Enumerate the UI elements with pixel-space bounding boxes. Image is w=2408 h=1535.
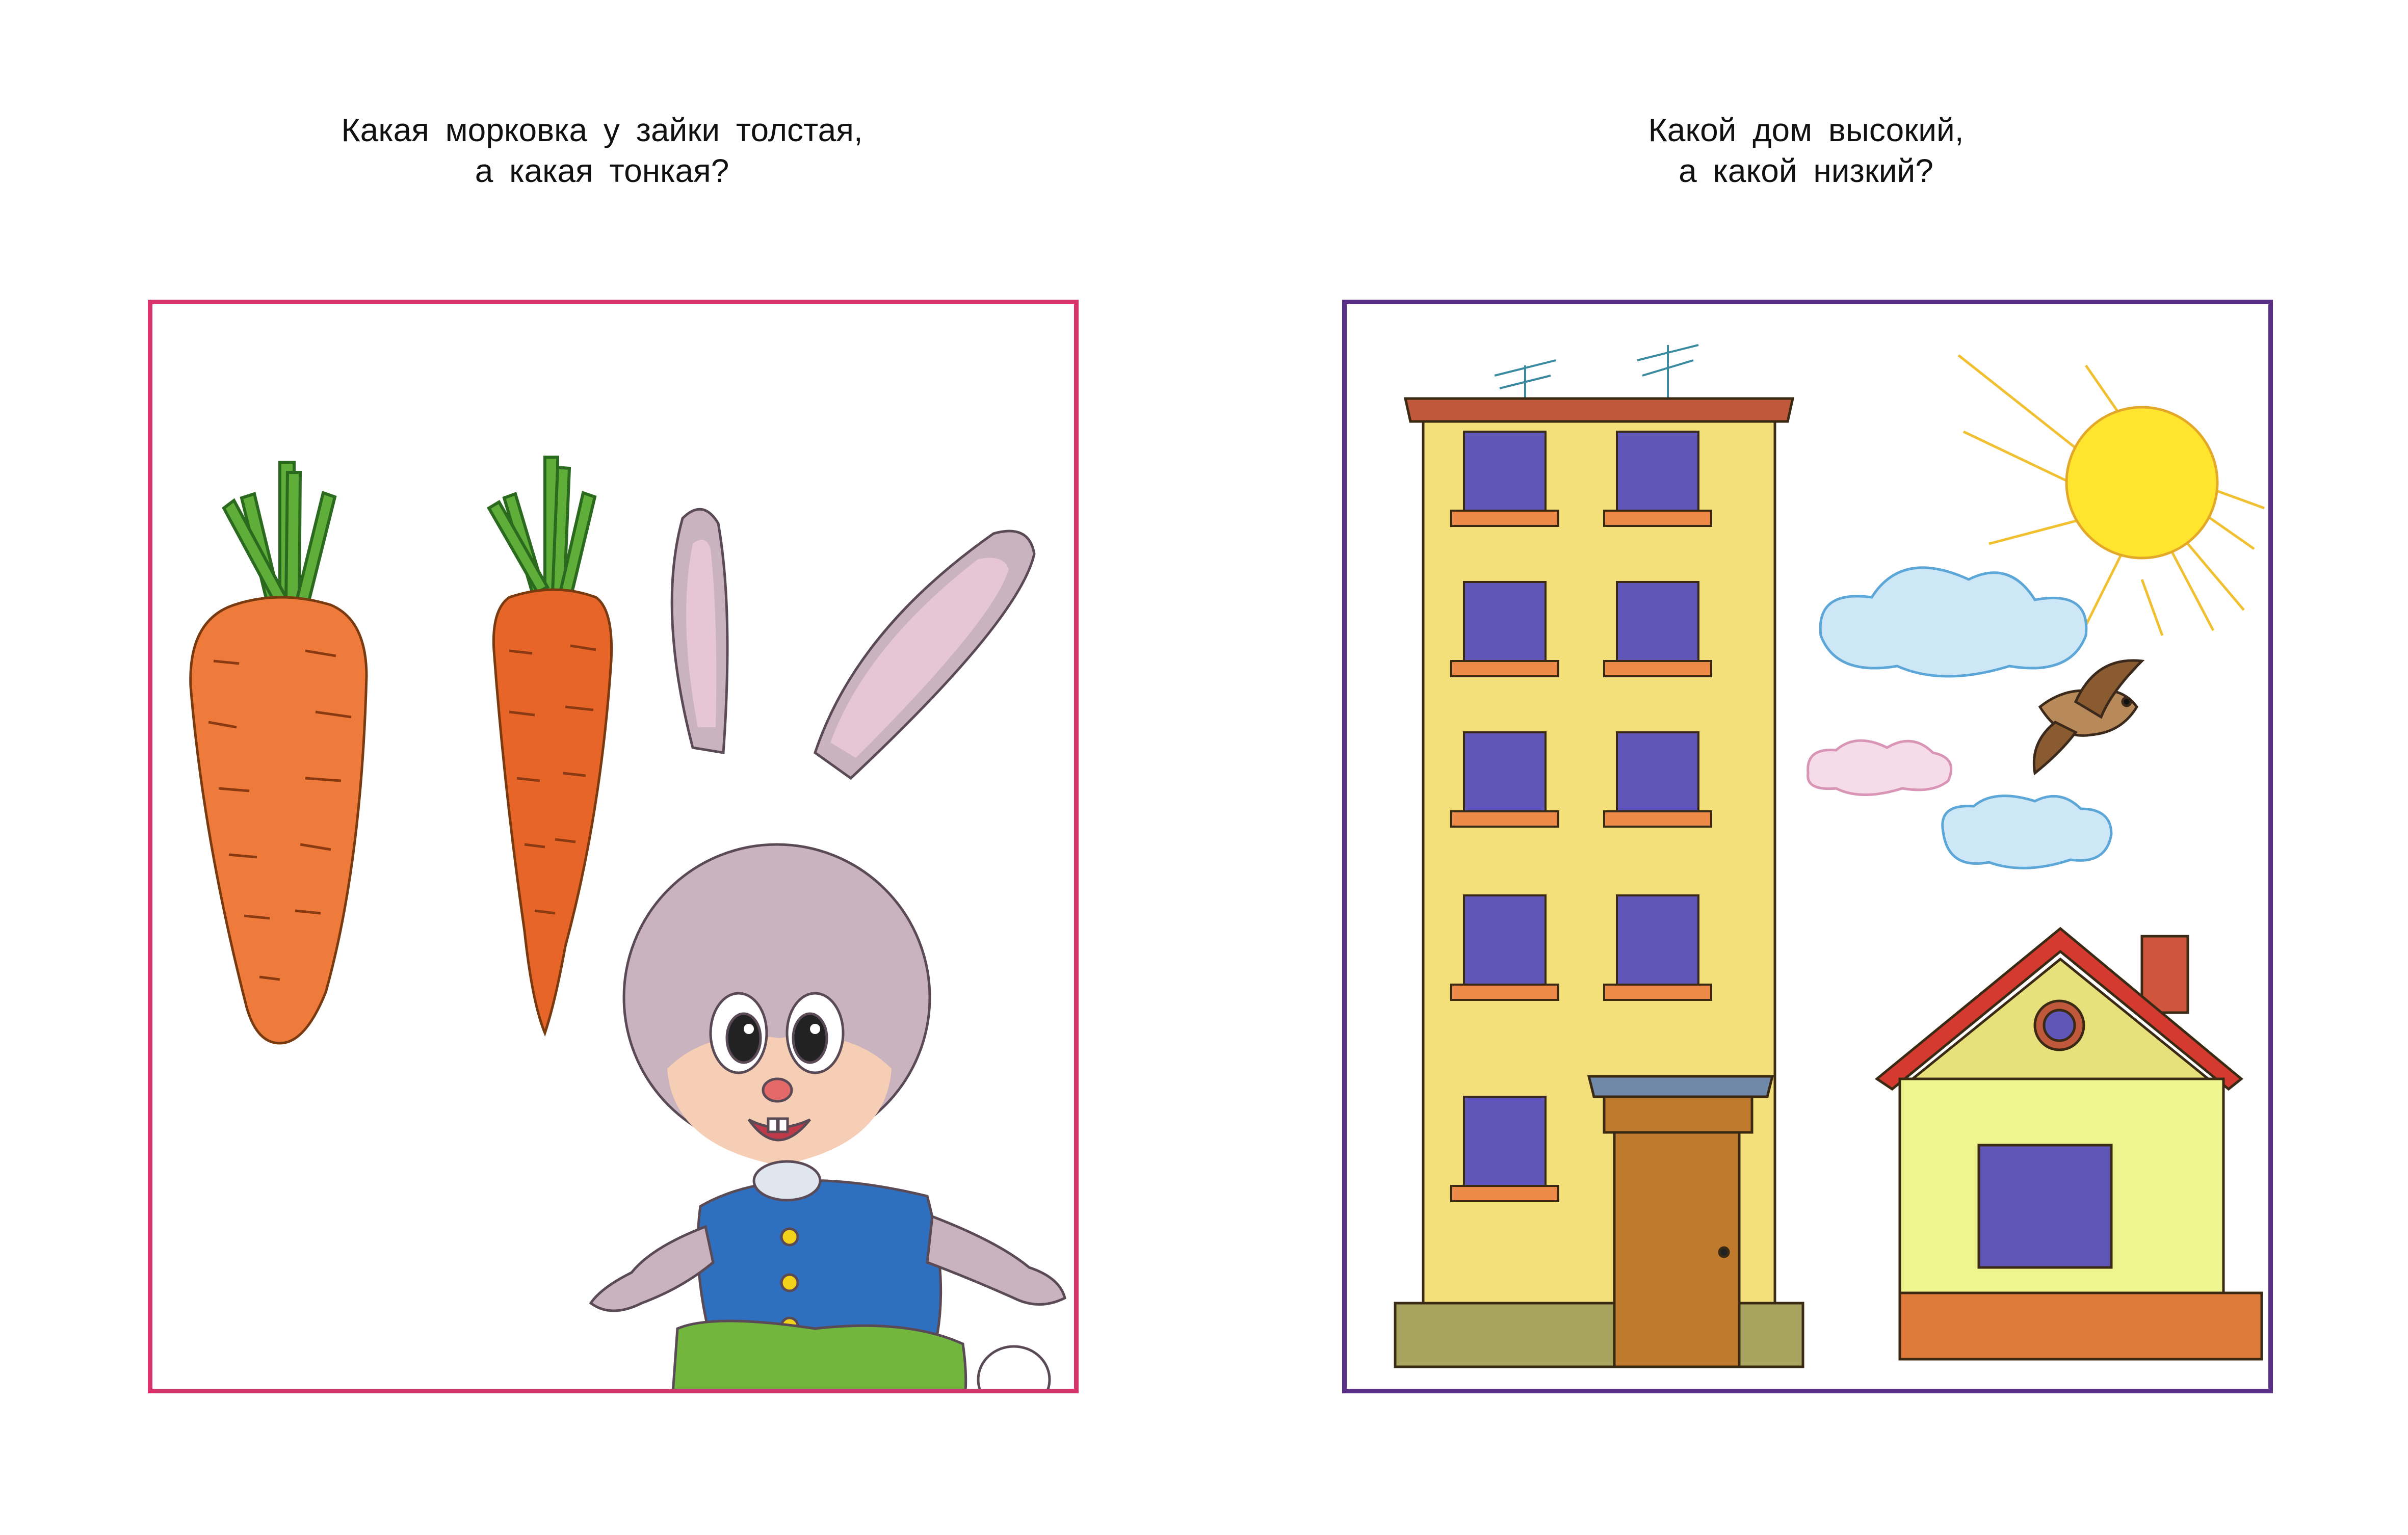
house-question-line1: Какой дом высокий, [1648, 112, 1964, 148]
carrot-question: Какая морковка у зайки толстая, а какая … [0, 110, 1204, 191]
carrot-question-line1: Какая морковка у зайки толстая, [341, 112, 863, 148]
pink-cloud-icon [1807, 739, 1953, 796]
carrot-thin-icon [486, 456, 613, 1037]
house-illustration [1394, 344, 2265, 1368]
house-question-line2: а какой низкий? [1679, 152, 1933, 189]
carrot-thick-icon [189, 461, 368, 1045]
carrot-illustration [189, 456, 1066, 1389]
tall-building-icon [1394, 344, 1804, 1368]
house-picture-frame [1342, 300, 2273, 1393]
bird-icon [2032, 659, 2145, 776]
house-question: Какой дом высокий, а какой низкий? [1204, 110, 2408, 191]
carrot-picture-frame [148, 300, 1079, 1393]
carrot-question-line2: а какая тонкая? [475, 152, 729, 189]
right-page: Какой дом высокий, а какой низкий? [1204, 0, 2408, 1535]
left-page: Какая морковка у зайки толстая, а какая … [0, 0, 1204, 1535]
small-house-icon [1874, 927, 2263, 1361]
bunny-icon [589, 508, 1066, 1389]
